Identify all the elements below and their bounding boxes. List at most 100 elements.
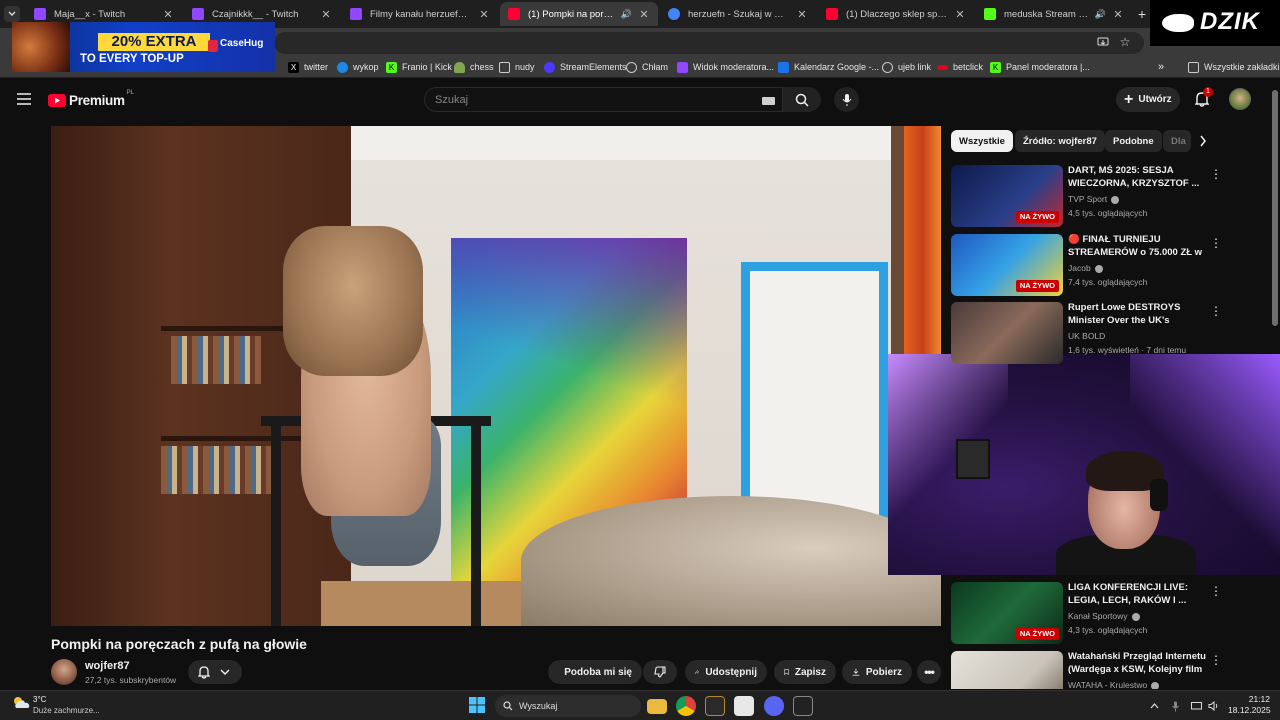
close-tab-icon[interactable]: ✕ bbox=[1112, 8, 1124, 21]
recommended-video[interactable]: NA ŻYWO 🔴 FINAŁ TURNIEJU STREAMERÓW o 75… bbox=[951, 234, 1241, 298]
video-thumbnail[interactable]: NA ŻYWO bbox=[951, 165, 1063, 227]
new-tab-icon[interactable]: + bbox=[1134, 6, 1150, 22]
create-button[interactable]: + Utwórz bbox=[1116, 87, 1180, 112]
bookmark-nudy[interactable]: nudy bbox=[499, 59, 535, 75]
epic-games-icon[interactable] bbox=[793, 696, 813, 716]
subscription-bell-button[interactable] bbox=[188, 660, 242, 684]
install-app-icon[interactable] bbox=[1096, 35, 1110, 49]
chip-from-channel[interactable]: Źródło: wojfer87 bbox=[1015, 130, 1105, 152]
discord-icon[interactable] bbox=[764, 696, 784, 716]
bookmark-chlam[interactable]: Chłam bbox=[626, 59, 668, 75]
recommendation-title[interactable]: LIGA KONFERENCJI LIVE: LEGIA, LECH, RAKÓ… bbox=[1068, 582, 1208, 607]
bookmark-betclick[interactable]: betclick bbox=[937, 59, 983, 75]
recommendation-title[interactable]: Rupert Lowe DESTROYS Minister Over the U… bbox=[1068, 302, 1208, 328]
recommendation-title[interactable]: DART, MŚ 2025: SESJA WIECZORNA, KRZYSZTO… bbox=[1068, 165, 1208, 190]
bookmark-chess[interactable]: chess bbox=[454, 59, 494, 75]
weather-temperature[interactable]: 3°C bbox=[33, 695, 46, 704]
close-tab-icon[interactable]: ✕ bbox=[162, 8, 174, 21]
bookmark-wykop[interactable]: wykop bbox=[337, 59, 379, 75]
bookmark-franio-kick[interactable]: K Franio | Kick bbox=[386, 59, 452, 75]
app-icon[interactable] bbox=[705, 696, 725, 716]
recommendation-channel[interactable]: Kanał Sportowy bbox=[1068, 611, 1128, 621]
recommended-video[interactable]: Watahański Przegląd Internetu (Wardęga x… bbox=[951, 651, 1241, 689]
all-bookmarks-folder[interactable]: Wszystkie zakładki bbox=[1188, 59, 1280, 75]
channel-name[interactable]: wojfer87 bbox=[85, 660, 130, 672]
close-tab-icon[interactable]: ✕ bbox=[478, 8, 490, 21]
bookmarks-overflow-chevron-icon[interactable]: » bbox=[1158, 59, 1164, 75]
like-button[interactable]: Podoba mi się bbox=[548, 660, 642, 684]
video-player[interactable] bbox=[51, 126, 941, 626]
more-vertical-icon[interactable]: ⋮ bbox=[1210, 236, 1222, 250]
chips-next-chevron-icon[interactable] bbox=[1195, 133, 1211, 149]
cloudy-weather-icon[interactable] bbox=[12, 695, 30, 714]
close-tab-icon[interactable]: ✕ bbox=[638, 8, 650, 21]
account-avatar[interactable] bbox=[1229, 88, 1251, 110]
audio-playing-icon[interactable]: 🔊 bbox=[621, 9, 632, 20]
video-thumbnail[interactable] bbox=[951, 651, 1063, 689]
recommendation-channel-row[interactable]: TVP Sport bbox=[1068, 194, 1120, 204]
video-thumbnail[interactable]: NA ŻYWO bbox=[951, 234, 1063, 296]
chip-related[interactable]: Podobne bbox=[1105, 130, 1162, 152]
browser-tab-active[interactable]: (1) Pompki na poręczach z ... 🔊 ✕ bbox=[500, 2, 658, 26]
taskbar-clock[interactable]: 21:12 18.12.2025 bbox=[1228, 694, 1271, 716]
recommendation-channel[interactable]: UK BOLD bbox=[1068, 331, 1105, 341]
chip-for-you[interactable]: Dla bbox=[1163, 130, 1191, 152]
more-vertical-icon[interactable]: ⋮ bbox=[1210, 167, 1222, 181]
casehug-ad-banner[interactable]: 20% EXTRA TO EVERY TOP-UP CaseHug bbox=[12, 22, 275, 72]
save-button[interactable]: Zapisz bbox=[774, 660, 836, 684]
chrome-icon[interactable] bbox=[676, 696, 696, 716]
bookmark-kalendarz-google[interactable]: Kalendarz Google -... bbox=[778, 59, 879, 75]
close-tab-icon[interactable]: ✕ bbox=[796, 8, 808, 21]
bookmark-widok-moderatora[interactable]: Widok moderatora... bbox=[677, 59, 774, 75]
windows-start-icon[interactable] bbox=[468, 696, 488, 716]
recommendation-channel-row[interactable]: Jacob bbox=[1068, 263, 1103, 273]
chip-all[interactable]: Wszystkie bbox=[951, 130, 1013, 152]
more-vertical-icon[interactable]: ⋮ bbox=[1210, 584, 1222, 598]
weather-description[interactable]: Duże zachmurze... bbox=[33, 706, 100, 715]
snipping-tool-icon[interactable] bbox=[734, 696, 754, 716]
bookmark-twitter[interactable]: Xtwitter bbox=[288, 59, 328, 75]
dislike-button[interactable] bbox=[643, 660, 677, 684]
recommended-video[interactable]: NA ŻYWO DART, MŚ 2025: SESJA WIECZORNA, … bbox=[951, 165, 1241, 229]
show-hidden-icons-chevron-icon[interactable] bbox=[1148, 700, 1160, 712]
channel-avatar[interactable] bbox=[51, 659, 77, 685]
bookmark-ujeb-link[interactable]: ujeb link bbox=[882, 59, 931, 75]
browser-tab[interactable]: meduska Stream - Watch L... 🔊 ✕ bbox=[976, 2, 1132, 26]
close-tab-icon[interactable]: ✕ bbox=[320, 8, 332, 21]
recommendation-channel[interactable]: WATAHA - Krulestwo bbox=[1068, 680, 1147, 689]
recommended-video[interactable]: Rupert Lowe DESTROYS Minister Over the U… bbox=[951, 302, 1241, 366]
download-button[interactable]: Pobierz bbox=[842, 660, 912, 684]
more-actions-button[interactable]: ••• bbox=[917, 660, 941, 684]
notifications-button[interactable]: 1 bbox=[1192, 87, 1213, 109]
bookmark-streamelements[interactable]: StreamElements bbox=[544, 59, 627, 75]
bookmark-panel-moderatora[interactable]: K Panel moderatora |... bbox=[990, 59, 1090, 75]
recommendation-title[interactable]: 🔴 FINAŁ TURNIEJU STREAMERÓW o 75.000 ZŁ … bbox=[1068, 234, 1208, 260]
more-vertical-icon[interactable]: ⋮ bbox=[1210, 653, 1222, 667]
tab-list-chevron-icon[interactable] bbox=[4, 6, 20, 22]
close-tab-icon[interactable]: ✕ bbox=[954, 8, 966, 21]
video-thumbnail[interactable] bbox=[951, 302, 1063, 364]
recommendation-title[interactable]: Watahański Przegląd Internetu (Wardęga x… bbox=[1068, 651, 1208, 677]
recommendation-channel[interactable]: TVP Sport bbox=[1068, 194, 1107, 204]
display-icon[interactable] bbox=[1190, 700, 1202, 712]
hamburger-menu-icon[interactable] bbox=[16, 91, 32, 107]
browser-tab[interactable]: herzuefn - Szukaj w Google ✕ bbox=[660, 2, 816, 26]
search-button[interactable] bbox=[783, 87, 821, 112]
taskbar-search[interactable]: Wyszukaj bbox=[495, 695, 641, 717]
keyboard-icon[interactable] bbox=[762, 97, 775, 105]
file-explorer-icon[interactable] bbox=[647, 699, 667, 714]
voice-search-button[interactable] bbox=[834, 87, 859, 112]
search-box[interactable]: Szukaj bbox=[424, 87, 783, 112]
recommended-video[interactable]: NA ŻYWO LIGA KONFERENCJI LIVE: LEGIA, LE… bbox=[951, 582, 1241, 646]
microphone-icon[interactable] bbox=[1170, 700, 1180, 712]
more-vertical-icon[interactable]: ⋮ bbox=[1210, 304, 1222, 318]
share-button[interactable]: Udostępnij bbox=[685, 660, 767, 684]
address-bar[interactable] bbox=[274, 32, 1144, 54]
browser-tab[interactable]: Filmy kanału herzuefn - Twitch ✕ bbox=[342, 2, 498, 26]
recommendation-channel-row[interactable]: Kanał Sportowy bbox=[1068, 611, 1140, 621]
bookmark-star-icon[interactable]: ☆ bbox=[1118, 35, 1132, 49]
youtube-premium-logo[interactable]: Premium PL bbox=[48, 90, 134, 109]
page-scrollbar[interactable] bbox=[1272, 90, 1278, 326]
recommendation-channel-row[interactable]: WATAHA - Krulestwo bbox=[1068, 680, 1160, 689]
recommendation-channel[interactable]: Jacob bbox=[1068, 263, 1091, 273]
